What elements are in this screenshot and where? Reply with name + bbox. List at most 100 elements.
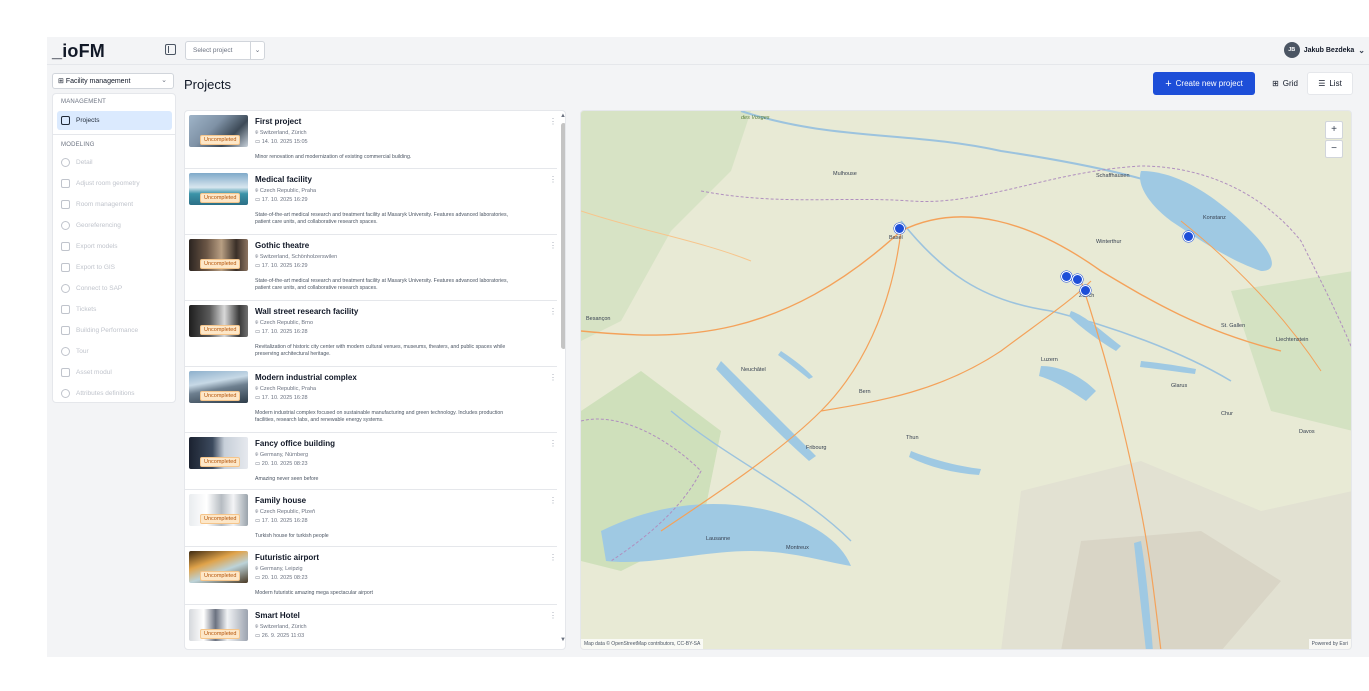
project-name: Modern industrial complex xyxy=(255,373,357,382)
project-name: Wall street research facility xyxy=(255,307,359,316)
sidebar-item-label: Tour xyxy=(76,348,89,355)
facility-select[interactable]: ⊞ Facility management ⌄ xyxy=(52,73,174,89)
project-map-marker[interactable] xyxy=(1061,271,1072,282)
scroll-up-arrow[interactable]: ▲ xyxy=(560,113,565,119)
sidebar: MANAGEMENT Projects MODELING Detail Adju… xyxy=(52,93,176,403)
sidebar-item-building-performance[interactable]: Building Performance xyxy=(57,321,172,340)
map-powered-by: Powered by Esri xyxy=(1308,639,1351,649)
project-location-text: Czech Republic, Plzeň xyxy=(259,509,316,515)
sidebar-item-tickets[interactable]: Tickets xyxy=(57,300,172,319)
location-pin-icon: ⌾ xyxy=(255,130,259,136)
calendar-icon: ▭ xyxy=(255,197,261,203)
project-card[interactable]: Uncompleted Wall street research facilit… xyxy=(185,301,557,367)
user-menu[interactable]: JB Jakub Bezdeka ⌄ xyxy=(1283,41,1365,59)
project-date: ▭ 17. 10. 2025 16:28 xyxy=(255,518,308,524)
project-description: Turkish house for turkish people xyxy=(255,533,329,539)
more-options-icon[interactable]: ⋮ xyxy=(549,496,557,505)
location-pin-icon: ⌾ xyxy=(255,386,259,392)
sidebar-item-connect-to-sap[interactable]: Connect to SAP xyxy=(57,279,172,298)
projects-map[interactable]: des Vosges Besançon Basel Winterthur Zür… xyxy=(580,110,1352,650)
more-options-icon[interactable]: ⋮ xyxy=(549,611,557,620)
status-badge: Uncompleted xyxy=(200,193,241,203)
project-name: Smart Hotel xyxy=(255,611,300,620)
status-badge: Uncompleted xyxy=(200,325,241,335)
status-badge: Uncompleted xyxy=(200,457,241,467)
project-map-marker[interactable] xyxy=(894,223,905,234)
project-map-marker[interactable] xyxy=(1080,285,1091,296)
sidebar-toggle-icon[interactable] xyxy=(165,44,176,55)
zoom-out-button[interactable]: − xyxy=(1325,140,1343,158)
project-date: ▭ 17. 10. 2025 16:28 xyxy=(255,395,308,401)
status-badge: Uncompleted xyxy=(200,514,241,524)
zoom-in-button[interactable]: + xyxy=(1325,121,1343,139)
more-options-icon[interactable]: ⋮ xyxy=(549,241,557,250)
project-card[interactable]: Uncompleted Smart Hotel ⌾ Switzerland, Z… xyxy=(185,605,557,649)
project-card[interactable]: Uncompleted First project ⌾ Switzerland,… xyxy=(185,111,557,169)
pin-icon xyxy=(61,221,70,230)
map-label: Besançon xyxy=(586,316,611,322)
location-pin-icon: ⌾ xyxy=(255,509,259,515)
sidebar-item-label: Attributes definitions xyxy=(76,390,135,397)
plug-icon xyxy=(61,284,70,293)
create-project-button[interactable]: + Create new project xyxy=(1153,72,1255,95)
grid-view-button[interactable]: ⊞ Grid xyxy=(1263,72,1307,95)
sidebar-item-detail[interactable]: Detail xyxy=(57,153,172,172)
project-date-text: 20. 10. 2025 08:23 xyxy=(261,461,308,467)
project-description: Modern industrial complex focused on sus… xyxy=(255,410,504,423)
modeling-section-label: MODELING xyxy=(61,142,95,148)
page-title: Projects xyxy=(184,77,231,92)
calendar-icon: ▭ xyxy=(255,461,261,467)
sidebar-item-attributes-definitions[interactable]: Attributes definitions xyxy=(57,384,172,403)
project-map-marker[interactable] xyxy=(1183,231,1194,242)
page-scrollbar[interactable] xyxy=(1361,101,1369,691)
map-label: Basel xyxy=(889,235,903,241)
more-options-icon[interactable]: ⋮ xyxy=(549,117,557,126)
project-card[interactable]: Uncompleted Futuristic airport ⌾ Germany… xyxy=(185,547,557,605)
map-attribution: Map data © OpenStreetMap contributors, C… xyxy=(581,639,704,649)
calendar-icon: ▭ xyxy=(255,575,261,581)
project-location-text: Switzerland, Zürich xyxy=(259,130,307,136)
sidebar-item-export-to-gis[interactable]: Export to GIS xyxy=(57,258,172,277)
more-options-icon[interactable]: ⋮ xyxy=(549,439,557,448)
user-name: Jakub Bezdeka xyxy=(1303,46,1355,54)
map-label: Thun xyxy=(906,435,919,441)
list-scrollbar[interactable] xyxy=(561,123,565,349)
status-badge: Uncompleted xyxy=(200,571,241,581)
more-options-icon[interactable]: ⋮ xyxy=(549,175,557,184)
sidebar-item-export-models[interactable]: Export models xyxy=(57,237,172,256)
list-view-button[interactable]: ☰ List xyxy=(1307,72,1353,95)
project-location-text: Switzerland, Schönholzerswilen xyxy=(259,254,338,260)
sidebar-item-adjust-room-geometry[interactable]: Adjust room geometry xyxy=(57,174,172,193)
sidebar-item-georeferencing[interactable]: Georeferencing xyxy=(57,216,172,235)
chevron-down-icon: ⌄ xyxy=(1358,45,1365,55)
status-badge: Uncompleted xyxy=(200,629,241,639)
map-label: Liechtenstein xyxy=(1276,337,1309,343)
create-project-label: Create new project xyxy=(1175,79,1243,88)
sidebar-item-label: Connect to SAP xyxy=(76,285,123,292)
map-label: Glarus xyxy=(1171,383,1188,389)
project-card[interactable]: Uncompleted Family house ⌾ Czech Republi… xyxy=(185,490,557,547)
sidebar-item-label: Georeferencing xyxy=(76,222,121,229)
more-options-icon[interactable]: ⋮ xyxy=(549,373,557,382)
more-options-icon[interactable]: ⋮ xyxy=(549,307,557,316)
scroll-down-arrow[interactable]: ▼ xyxy=(560,637,565,643)
sidebar-item-projects[interactable]: Projects xyxy=(57,111,172,130)
project-card[interactable]: Uncompleted Fancy office building ⌾ Germ… xyxy=(185,433,557,490)
map-label: Davos xyxy=(1299,429,1315,435)
sidebar-item-tour[interactable]: Tour xyxy=(57,342,172,361)
project-select[interactable]: Select project ⌄ xyxy=(185,41,265,60)
project-card[interactable]: Uncompleted Medical facility ⌾ Czech Rep… xyxy=(185,169,557,235)
project-location-text: Germany, Nürnberg xyxy=(259,452,309,458)
project-location-text: Czech Republic, Praha xyxy=(259,386,317,392)
ticket-icon xyxy=(61,305,70,314)
project-card[interactable]: Uncompleted Modern industrial complex ⌾ … xyxy=(185,367,557,433)
calendar-icon: ▭ xyxy=(255,329,261,335)
project-card[interactable]: Uncompleted Gothic theatre ⌾ Switzerland… xyxy=(185,235,557,301)
project-map-marker[interactable] xyxy=(1072,274,1083,285)
project-description: Modern futuristic amazing mega spectacul… xyxy=(255,590,373,596)
info-icon xyxy=(61,158,70,167)
sidebar-item-asset-modul[interactable]: Asset modul xyxy=(57,363,172,382)
map-base xyxy=(581,111,1351,649)
sidebar-item-room-management[interactable]: Room management xyxy=(57,195,172,214)
more-options-icon[interactable]: ⋮ xyxy=(549,553,557,562)
